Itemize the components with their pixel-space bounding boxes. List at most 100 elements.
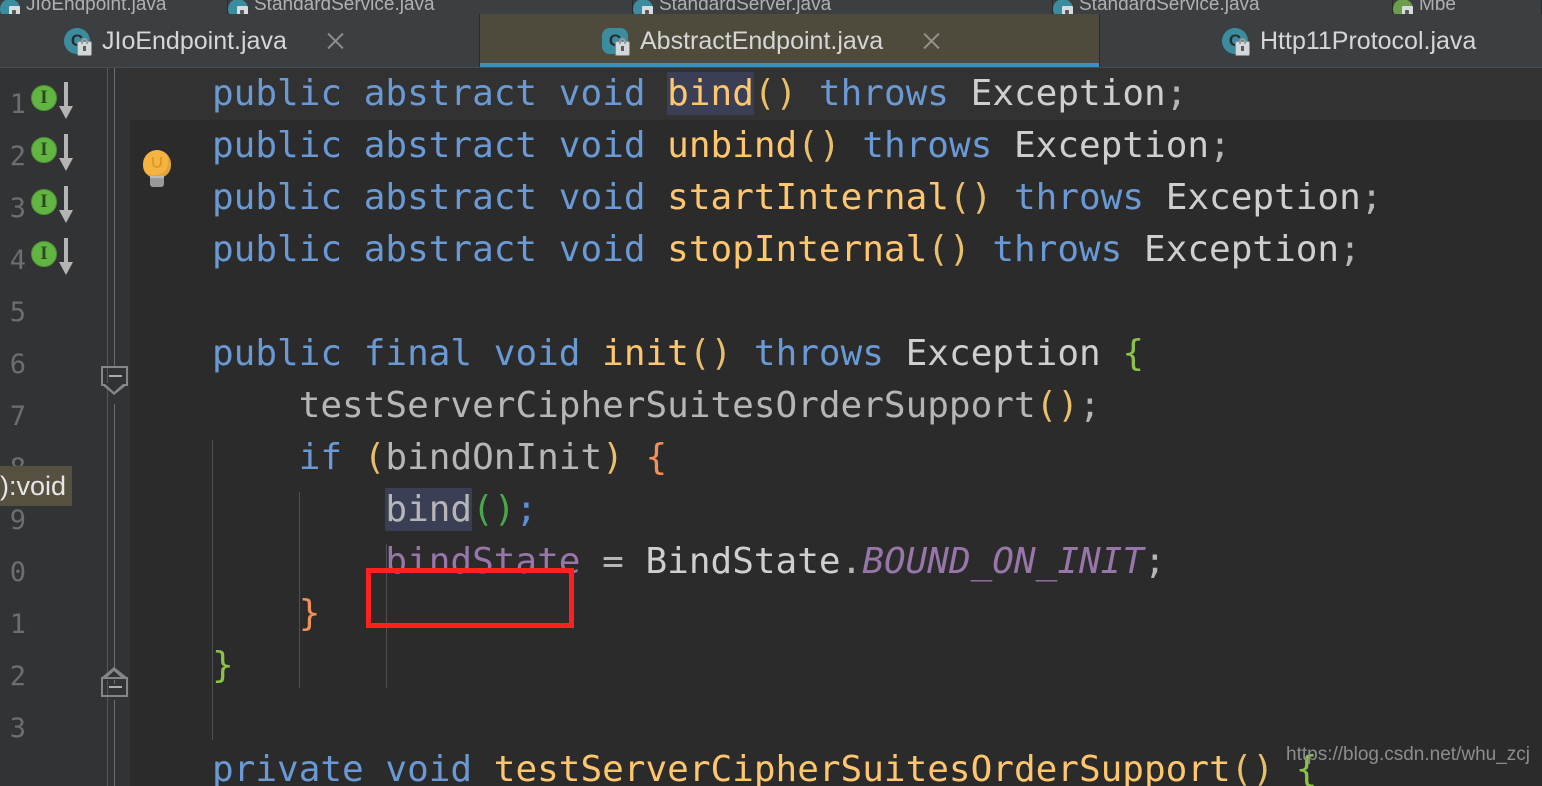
code-line[interactable]: public abstract void bind() throws Excep… [212,68,1542,120]
code-editor[interactable]: 1234567890123 IIII ):void public abstrac… [0,68,1542,786]
clipped-tab-label: JIoEndpoint.java [26,0,167,14]
implemented-method-down-arrow-icon[interactable]: I [31,238,83,278]
code-token: throws [818,73,971,114]
code-token: public [212,229,364,270]
code-token: public [212,177,364,218]
code-token: abstract [363,229,559,270]
code-line[interactable]: testServerCipherSuitesOrderSupport(); [212,380,1542,432]
line-number: 1 [9,89,26,120]
fold-region-line-top [114,68,115,366]
code-token: void [385,749,494,786]
ide-window: JIoEndpoint.java StandardService.java Stan… [0,0,1542,786]
code-line[interactable]: if (bindOnInit) { [212,432,1542,484]
code-token: () [472,489,516,530]
code-token: throws [862,125,1014,166]
code-token: ; [1360,177,1383,218]
code-token: { [1122,333,1145,374]
code-line[interactable]: public abstract void unbind() throws Exc… [212,120,1542,172]
clipped-tab-1[interactable]: StandardService.java [228,0,633,14]
code-token: Exception [1144,229,1340,270]
down-arrow-icon [59,82,73,120]
implemented-badge: I [31,137,57,163]
code-token: throws [992,229,1145,270]
code-line[interactable] [212,276,1542,328]
down-arrow-icon [59,186,73,224]
code-token: Exception [905,333,1101,374]
clipped-tab-0[interactable]: JIoEndpoint.java [0,0,228,14]
line-number: 6 [9,349,26,380]
clipped-tab-4[interactable]: Mbe [1393,0,1542,14]
method-signature-chip: ):void [0,466,73,506]
code-line[interactable]: public abstract void stopInternal() thro… [212,224,1542,276]
code-token: throws [753,333,906,374]
code-token: abstract [363,73,559,114]
code-token: Exception [1013,125,1210,166]
code-text-area[interactable]: public abstract void bind() throws Excep… [130,68,1542,786]
code-token: } [298,593,321,634]
clipped-tab-label: StandardService.java [1079,0,1260,14]
implemented-method-down-arrow-icon[interactable]: I [31,134,83,174]
editor-gutter[interactable]: 1234567890123 IIII [0,68,130,786]
code-token: BindState [645,541,841,582]
close-icon[interactable] [919,29,943,53]
line-number: 2 [9,141,26,172]
code-token: void [493,333,603,374]
code-token: unbind [667,125,798,166]
code-token: startInternal [667,177,949,218]
code-token: { [645,437,668,478]
java-class-locked-icon [633,0,655,14]
code-token: public [212,73,364,114]
down-arrow-icon [59,238,73,276]
code-token: init [602,333,689,374]
code-token: if [298,437,364,478]
code-token: public [212,125,364,166]
clipped-tab-label: StandardServer.java [659,0,832,14]
fold-region-start-icon[interactable] [101,366,128,395]
clipped-tab-2[interactable]: StandardServer.java [633,0,1053,14]
implemented-badge: I [31,241,57,267]
editor-tab-bar: CJIoEndpoint.javaCAbstractEndpoint.javaC… [0,14,1542,68]
code-line[interactable]: public abstract void startInternal() thr… [212,172,1542,224]
code-token: ; [1339,229,1361,270]
code-token: void [558,125,668,166]
code-token: ; [515,489,538,530]
clipped-tab-label: Mbe [1419,0,1456,14]
highlighted-symbol: bind [667,72,754,115]
code-token: ; [1209,125,1231,166]
implemented-method-down-arrow-icon[interactable]: I [31,186,83,226]
code-line[interactable]: } [212,640,1542,692]
code-token: testServerCipherSuitesOrderSupport [298,385,1036,426]
java-class-locked-icon [1393,0,1415,14]
code-line[interactable]: bind(); [212,484,1542,536]
code-token: BOUND_ON_INIT [862,541,1145,582]
code-token: Exception [970,73,1166,114]
editor-tab-jioendpoint-java[interactable]: C JIoEndpoint.java [0,14,480,68]
line-number: 7 [9,401,26,432]
indent-guide-0 [212,440,213,740]
close-icon[interactable] [323,29,347,53]
line-number: 4 [9,245,26,276]
implemented-badge: I [31,85,57,111]
editor-tab-http11protocol-java[interactable]: C Http11Protocol.java [1100,14,1542,68]
code-line[interactable]: public final void init() throws Exceptio… [212,328,1542,380]
code-token: () [753,73,798,114]
code-token: void [558,229,668,270]
code-token: public [212,333,364,374]
code-token: () [1230,749,1275,786]
editor-tab-label: AbstractEndpoint.java [640,26,884,55]
editor-tab-abstractendpoint-java[interactable]: C AbstractEndpoint.java [480,14,1100,68]
java-class-locked-icon [1053,0,1075,14]
code-line[interactable] [212,692,1542,744]
fold-region-end-icon[interactable] [101,667,128,697]
code-token: stopInternal [667,229,928,270]
indent-guide-1 [299,492,300,688]
clipped-tab-3[interactable]: StandardService.java [1053,0,1393,14]
implemented-method-down-arrow-icon[interactable]: I [31,82,83,122]
